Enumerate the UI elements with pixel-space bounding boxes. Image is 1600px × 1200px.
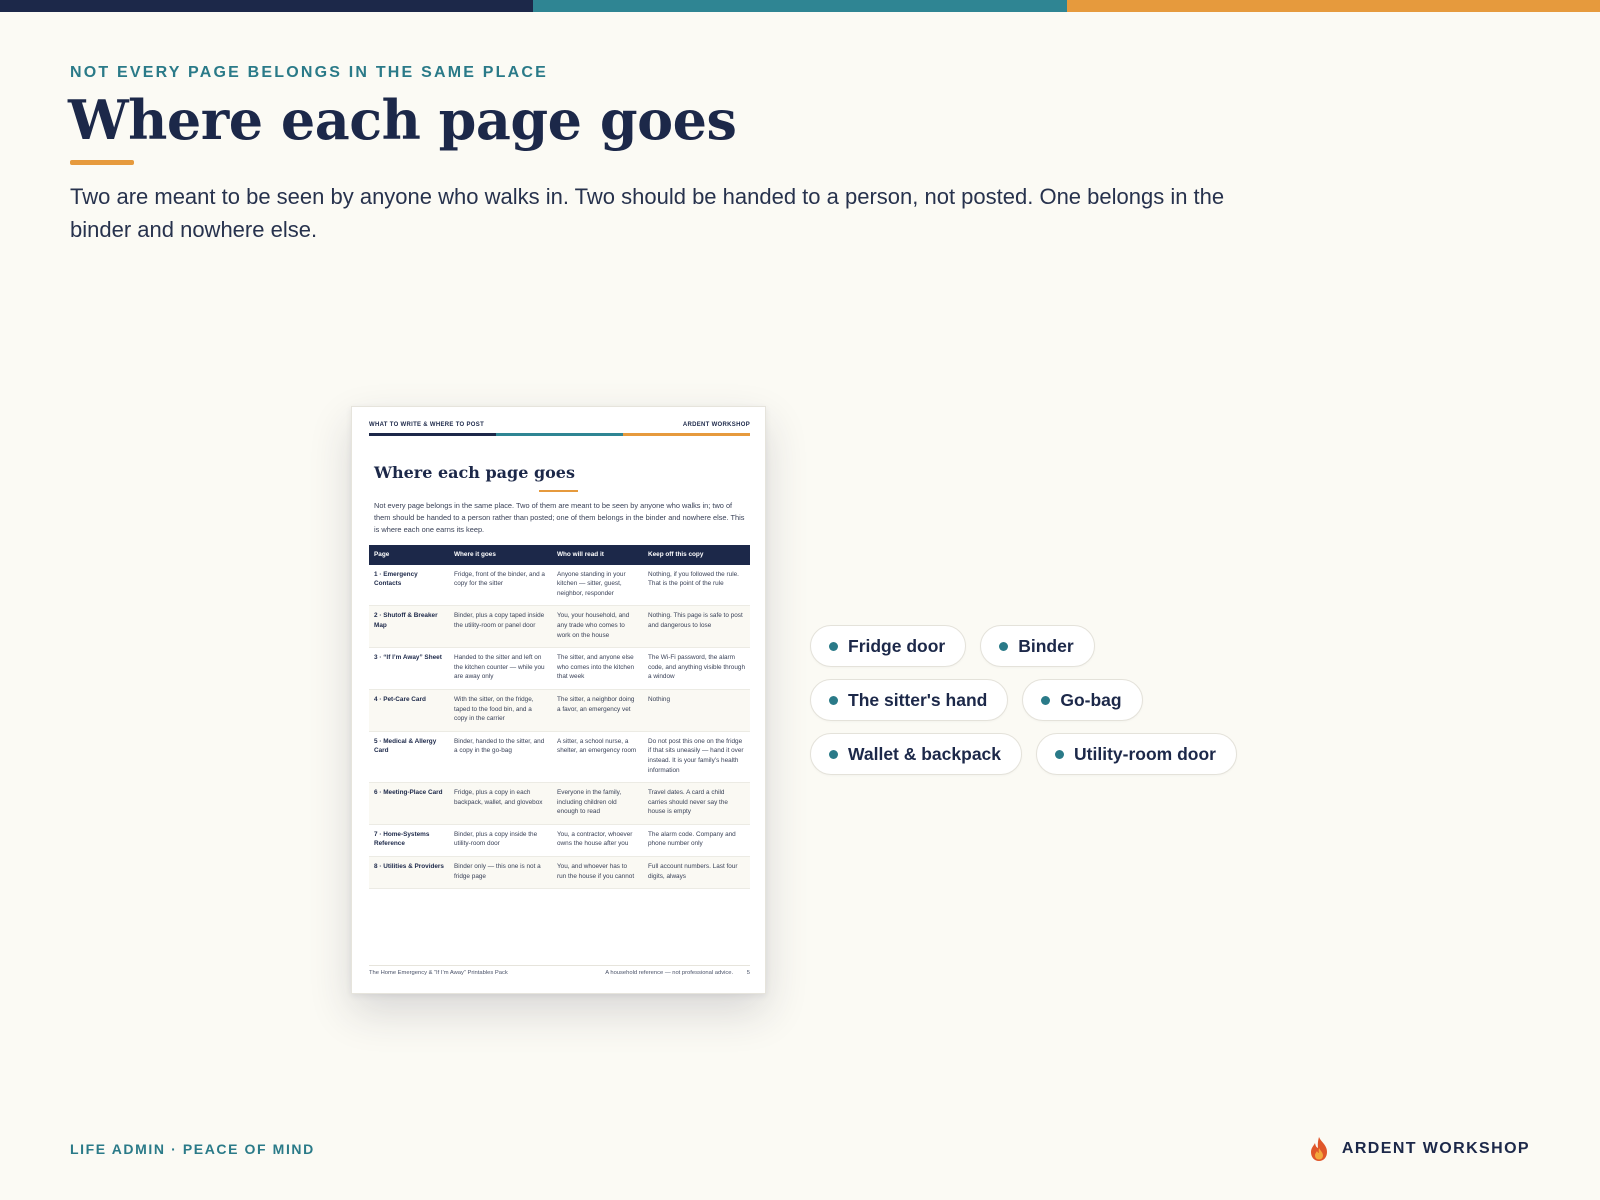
footer-tagline: LIFE ADMIN · PEACE OF MIND [70,1141,315,1157]
table-row: 1 · Emergency Contacts Fridge, front of … [369,564,750,607]
dot-icon [829,695,838,705]
dot-icon [829,749,838,759]
document-color-bar [369,433,750,436]
where-cell: Binder, plus a copy inside the utility-r… [449,824,552,858]
table-row: 2 · Shutoff & Breaker Map Binder, plus a… [369,605,750,649]
page-cell: 6 · Meeting-Place Card [369,782,449,825]
dot-icon [1041,695,1051,705]
chip-sitters-hand: The sitter's hand [810,679,1009,721]
chip-row: Fridge door Binder [810,625,1250,667]
keep-off-cell: Travel dates. A card a child carries sho… [643,782,750,825]
location-chips: Fridge door Binder The sitter's hand Go-… [810,625,1250,787]
keep-off-cell: The alarm code. Company and phone number… [643,824,750,858]
document-page-number: 5 [746,970,750,976]
reader-cell: The sitter, and anyone else who comes in… [552,647,643,690]
table-row: 6 · Meeting-Place Card Fridge, plus a co… [369,782,750,825]
chip-row: Wallet & backpack Utility-room door [810,733,1250,775]
document-header-left: WHAT TO WRITE & WHERE TO POST [369,422,485,428]
chip-label: Binder [1018,635,1074,656]
keep-off-cell: The Wi-Fi password, the alarm code, and … [643,647,750,690]
document-intro: Not every page belongs in the same place… [374,501,745,534]
document-bar-navy [369,433,496,436]
keep-off-cell: Full account numbers. Last four digits, … [643,856,750,890]
page-cell: 7 · Home-Systems Reference [369,824,449,858]
eyebrow: NOT EVERY PAGE BELONGS IN THE SAME PLACE [70,64,548,81]
document-title-underline [539,490,578,492]
where-cell: Handed to the sitter and left on the kit… [449,647,552,690]
document-footer-disclaimer: A household reference — not professional… [605,970,734,976]
document-footer: The Home Emergency & “If I’m Away” Print… [369,970,750,976]
document-bar-orange [623,433,750,436]
document-bar-teal [496,433,623,436]
document-header-right: ARDENT WORKSHOP [682,422,750,428]
table-row: 5 · Medical & Allergy Card Binder, hande… [369,731,750,784]
document-header: WHAT TO WRITE & WHERE TO POST ARDENT WOR… [369,422,750,428]
table-header-row: Page Where it goes Who will read it Keep… [369,545,750,565]
reader-cell: A sitter, a school nurse, a shelter, an … [552,731,643,784]
document-title: Where each page goes [374,463,575,482]
keep-off-cell: Nothing [643,689,750,732]
column-header: Page [369,545,449,565]
chip-label: Wallet & backpack [848,743,1002,764]
chip-label: Utility-room door [1074,743,1216,764]
chip-go-bag: Go-bag [1022,679,1143,721]
top-bar-orange-segment [1066,0,1600,12]
where-cell: Binder, plus a copy taped inside the uti… [449,605,552,649]
table-row: 8 · Utilities & Providers Binder only — … [369,856,750,890]
reader-cell: You, and whoever has to run the house if… [552,856,643,890]
dot-icon [999,641,1009,651]
column-header: Keep off this copy [643,545,750,565]
where-cell: Fridge, plus a copy in each backpack, wa… [449,782,552,825]
chip-fridge-door: Fridge door [810,625,967,667]
chip-wallet-backpack: Wallet & backpack [810,733,1023,775]
reader-cell: Anyone standing in your kitchen — sitter… [552,564,643,607]
table-row: 3 · “If I’m Away” Sheet Handed to the si… [369,647,750,690]
reader-cell: You, a contractor, whoever owns the hous… [552,824,643,858]
top-color-bar [0,0,1600,12]
dot-icon [1055,749,1065,759]
page-title: Where each page goes [68,88,737,152]
reader-cell: The sitter, a neighbor doing a favor, an… [552,689,643,732]
document-footer-rule [369,965,750,966]
page-cell: 2 · Shutoff & Breaker Map [369,605,449,649]
reader-cell: Everyone in the family, including childr… [552,782,643,825]
dot-icon [829,641,838,651]
page-cell: 3 · “If I’m Away” Sheet [369,647,449,690]
keep-off-cell: Do not post this one on the fridge if th… [643,731,750,784]
lede-paragraph: Two are meant to be seen by anyone who w… [70,184,1225,242]
column-header: Who will read it [552,545,643,565]
keep-off-cell: Nothing, if you followed the rule. That … [643,564,750,607]
chip-row: The sitter's hand Go-bag [810,679,1250,721]
where-cell: Binder only — this one is not a fridge p… [449,856,552,890]
placement-table: Page Where it goes Who will read it Keep… [369,545,750,890]
title-underline [70,160,134,165]
chip-binder: Binder [980,625,1095,667]
column-header: Where it goes [449,545,552,565]
chip-label: The sitter's hand [848,689,988,710]
top-bar-navy-segment [0,0,534,12]
page-cell: 8 · Utilities & Providers [369,856,449,890]
table-row: 4 · Pet-Care Card With the sitter, on th… [369,689,750,732]
top-bar-teal-segment [533,0,1067,12]
table-row: 7 · Home-Systems Reference Binder, plus … [369,824,750,858]
brand-name: ARDENT WORKSHOP [1341,1140,1530,1157]
document-footer-right-group: A household reference — not professional… [605,970,750,976]
where-cell: Binder, handed to the sitter, and a copy… [449,731,552,784]
footer-brand: ARDENT WORKSHOP [1308,1136,1530,1162]
flame-logo-icon [1310,1137,1327,1161]
document-preview: WHAT TO WRITE & WHERE TO POST ARDENT WOR… [351,406,766,994]
page-cell: 1 · Emergency Contacts [369,564,449,607]
page-cell: 4 · Pet-Care Card [369,689,449,732]
keep-off-cell: Nothing. This page is safe to post and d… [643,605,750,649]
chip-utility-room-door: Utility-room door [1036,733,1237,775]
where-cell: With the sitter, on the fridge, taped to… [449,689,552,732]
page-cell: 5 · Medical & Allergy Card [369,731,449,784]
reader-cell: You, your household, and any trade who c… [552,605,643,649]
where-cell: Fridge, front of the binder, and a copy … [449,564,552,607]
document-footer-left: The Home Emergency & “If I’m Away” Print… [369,970,508,976]
chip-label: Fridge door [848,635,946,656]
chip-label: Go-bag [1060,689,1122,710]
